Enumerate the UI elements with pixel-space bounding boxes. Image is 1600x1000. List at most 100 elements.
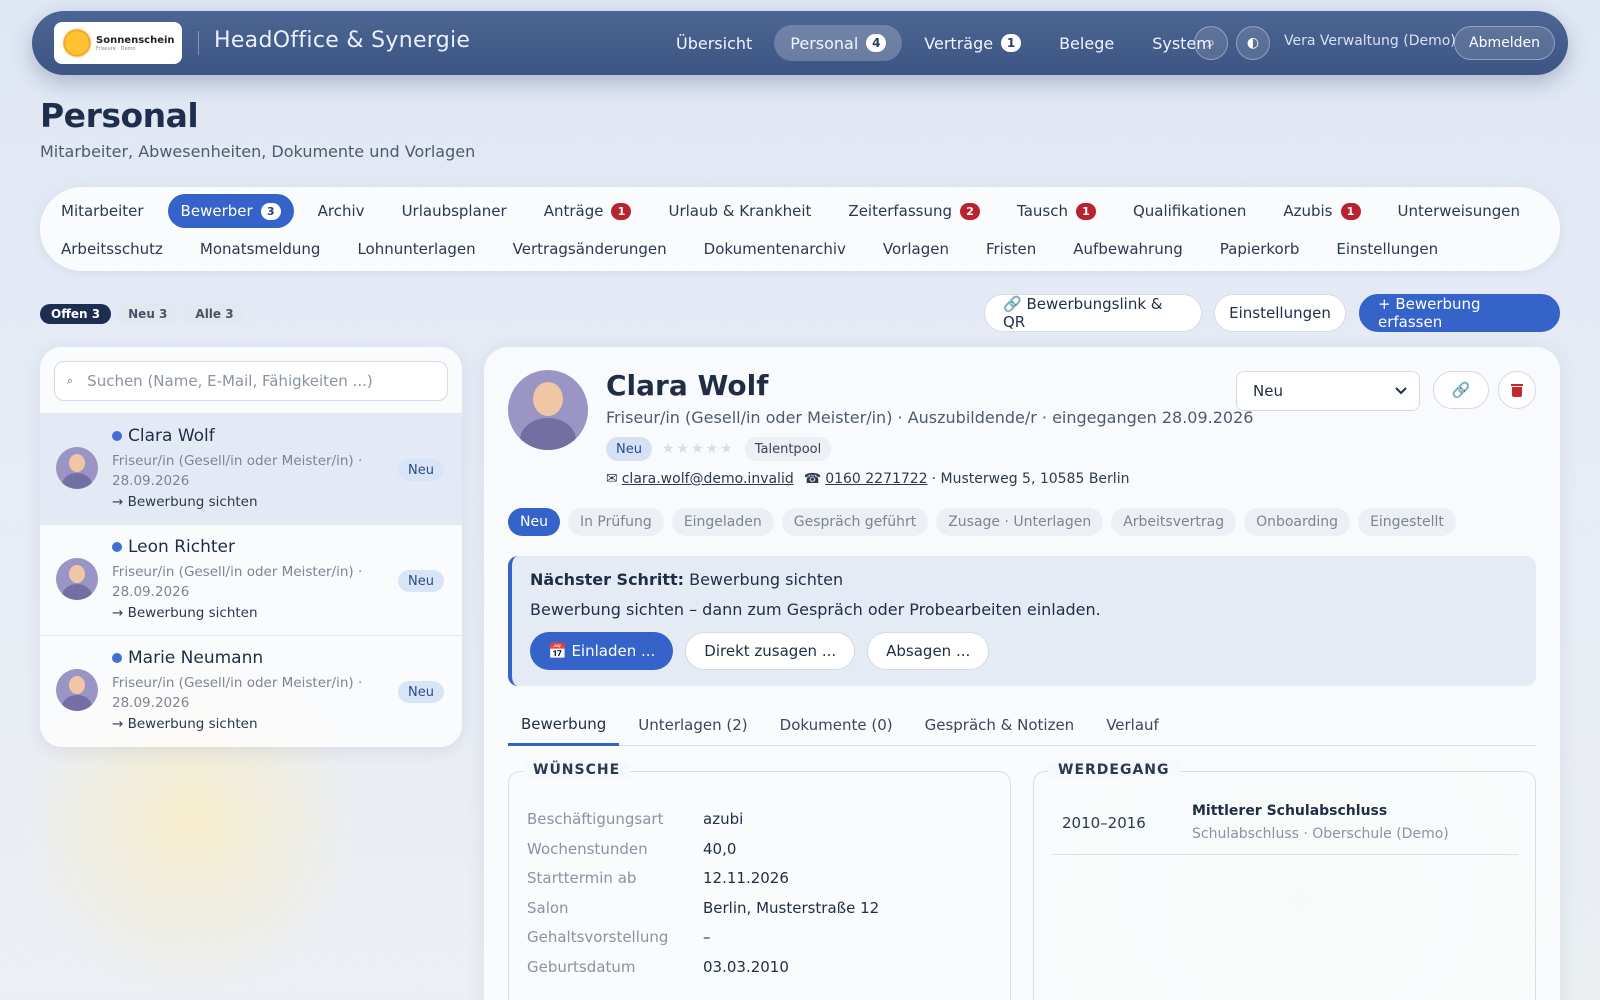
logout-button[interactable]: Abmelden [1454, 26, 1555, 60]
tab-papierkorb[interactable]: Papierkorb [1207, 232, 1313, 266]
nav-uebersicht[interactable]: Übersicht [660, 25, 768, 61]
tab-archiv[interactable]: Archiv [305, 194, 378, 228]
list-item[interactable]: Leon Richter Friseur/in (Gesell/in oder M… [40, 524, 462, 635]
applicant-search-input[interactable]: ⌕ Suchen (Name, E-Mail, Fähigkeiten ...) [54, 361, 448, 401]
nav-label: Belege [1059, 33, 1115, 53]
tab-bewerber[interactable]: Bewerber 3 [167, 194, 294, 228]
nav-vertraege[interactable]: Verträge 1 [908, 25, 1037, 61]
avatar-head [69, 565, 85, 583]
nav-count-badge: 4 [866, 34, 887, 52]
applicant-subtitle: Friseur/in (Gesell/in oder Meister/in) ·… [606, 408, 1254, 427]
detail-tabs: Bewerbung Unterlagen (2) Dokumente (0) Gesp… [508, 704, 1536, 746]
list-item[interactable]: Clara Wolf Friseur/in (Gesell/in oder Mei… [40, 413, 462, 524]
company-logo[interactable]: Sonnenschein Friseure · Demo [54, 22, 182, 64]
stage-onboarding[interactable]: Onboarding [1244, 508, 1351, 536]
brand-divider [198, 31, 199, 55]
stage-arbeitsvertrag[interactable]: Arbeitsvertrag [1111, 508, 1237, 536]
applicant-name-text: Marie Neumann [128, 648, 264, 668]
wish-key: Beschäftigungsart [527, 810, 664, 828]
contrast-icon: ◐ [1246, 35, 1260, 51]
tab-tausch[interactable]: Tausch 1 [1004, 194, 1109, 228]
tab-aufbewahrung[interactable]: Aufbewahrung [1060, 232, 1195, 266]
wish-value: 12.11.2026 [703, 869, 789, 887]
phone-link[interactable]: 0160 2271722 [825, 471, 927, 487]
nav-label: Übersicht [676, 33, 753, 53]
reject-button[interactable]: Absagen ... [867, 632, 990, 670]
tab-lohnunterlagen[interactable]: Lohnunterlagen [344, 232, 488, 266]
email-link[interactable]: clara.wolf@demo.invalid [622, 471, 794, 487]
app-title: HeadOffice & Synergie [214, 28, 471, 53]
application-link-qr-button[interactable]: 🔗 Bewerbungslink & QR [984, 294, 1202, 332]
tab-mitarbeiter[interactable]: Mitarbeiter [48, 194, 157, 228]
nav-belege[interactable]: Belege [1043, 25, 1130, 61]
tab-label: Mitarbeiter [61, 202, 144, 220]
current-user: Vera Verwaltung (Demo) [1284, 33, 1456, 49]
copy-link-button[interactable]: 🔗 [1433, 371, 1489, 409]
search-button[interactable]: ⌕ [1194, 26, 1228, 60]
wish-value: – [703, 928, 711, 946]
trash-icon [1510, 383, 1524, 397]
tab-count-badge: 2 [960, 202, 981, 220]
new-indicator-dot [112, 542, 122, 552]
next-step-value: Bewerbung sichten [689, 570, 844, 589]
avatar-head [69, 676, 85, 694]
accept-button[interactable]: Direkt zusagen ... [685, 632, 856, 670]
logo-subtitle: Friseure · Demo [96, 45, 136, 52]
delete-button[interactable] [1498, 371, 1536, 409]
tab-dokumente-0[interactable]: Dokumente (0) [767, 704, 906, 746]
rating-stars[interactable]: ★★★★★ [662, 441, 735, 457]
tab-fristen[interactable]: Fristen [973, 232, 1049, 266]
tab-antrage[interactable]: Anträge 1 [531, 194, 645, 228]
filter-alle[interactable]: Alle 3 [184, 304, 245, 324]
invite-button[interactable]: 📅 Einladen ... [530, 632, 674, 670]
theme-toggle-button[interactable]: ◐ [1236, 26, 1270, 60]
tab-bewerbung[interactable]: Bewerbung [508, 704, 620, 746]
tab-arbeitsschutz[interactable]: Arbeitsschutz [48, 232, 176, 266]
stage-gesprach-gefuhrt[interactable]: Gespräch geführt [781, 508, 929, 536]
wish-value: 40,0 [703, 839, 737, 858]
stage-eingeladen[interactable]: Eingeladen [671, 508, 774, 536]
status-select[interactable]: Neu [1236, 371, 1420, 411]
tab-urlaubsplaner[interactable]: Urlaubsplaner [389, 194, 520, 228]
filter-offen[interactable]: Offen 3 [40, 304, 112, 324]
new-indicator-dot [112, 653, 122, 663]
stage-neu[interactable]: Neu [508, 508, 560, 536]
tab-unterlagen-2[interactable]: Unterlagen (2) [625, 704, 760, 746]
tab-qualifikationen[interactable]: Qualifikationen [1120, 194, 1259, 228]
list-item[interactable]: Marie Neumann Friseur/in (Gesell/in oder … [40, 635, 462, 746]
settings-button[interactable]: Einstellungen [1214, 294, 1346, 332]
tab-verlauf[interactable]: Verlauf [1093, 704, 1172, 746]
tab-einstellungen[interactable]: Einstellungen [1323, 232, 1451, 266]
stage-eingestellt[interactable]: Eingestellt [1358, 508, 1456, 536]
tab-vorlagen[interactable]: Vorlagen [870, 232, 962, 266]
wish-row: Starttermin ab 12.11.2026 [527, 869, 789, 887]
tab-dokumentenarchiv[interactable]: Dokumentenarchiv [691, 232, 859, 266]
tab-unterweisungen[interactable]: Unterweisungen [1385, 194, 1534, 228]
wishes-title: WÜNSCHE [523, 762, 631, 778]
pipeline-stages: Neu In Prüfung Eingeladen Gespräch geführt Z… [508, 508, 1456, 536]
applicant-detail-panel: Clara Wolf Friseur/in (Gesell/in oder Me… [484, 347, 1560, 1000]
status-badge: Neu [398, 570, 444, 592]
avatar-body [62, 584, 92, 600]
tab-vertragsanderungen[interactable]: Vertragsänderungen [500, 232, 680, 266]
career-entry-title: Mittlerer Schulabschluss [1192, 803, 1388, 819]
tab-monatsmeldung[interactable]: Monatsmeldung [187, 232, 334, 266]
tab-urlaub-krankheit[interactable]: Urlaub & Krankheit [655, 194, 824, 228]
tab-zeiterfassung[interactable]: Zeiterfassung 2 [835, 194, 993, 228]
filter-neu[interactable]: Neu 3 [117, 304, 179, 324]
tab-azubis[interactable]: Azubis 1 [1270, 194, 1373, 228]
tab-gesprach-notizen[interactable]: Gespräch & Notizen [912, 704, 1088, 746]
tab-label: Qualifikationen [1132, 202, 1247, 220]
wish-value: azubi [703, 810, 744, 828]
nav-personal[interactable]: Personal 4 [774, 25, 903, 61]
stage-zusage-unterlagen[interactable]: Zusage · Unterlagen [936, 508, 1104, 536]
phone-icon: ☎ [803, 471, 822, 487]
search-icon: ⌕ [1207, 35, 1215, 51]
stage-in-prufung[interactable]: In Prüfung [567, 508, 664, 536]
applicant-next-step: → Bewerbung sichten [112, 494, 258, 510]
wish-row: Gehaltsvorstellung – [527, 928, 711, 946]
talentpool-tag[interactable]: Talentpool [744, 437, 832, 461]
new-indicator-dot [112, 431, 122, 441]
status-badge: Neu [398, 681, 444, 703]
add-application-button[interactable]: + Bewerbung erfassen [1359, 294, 1560, 332]
